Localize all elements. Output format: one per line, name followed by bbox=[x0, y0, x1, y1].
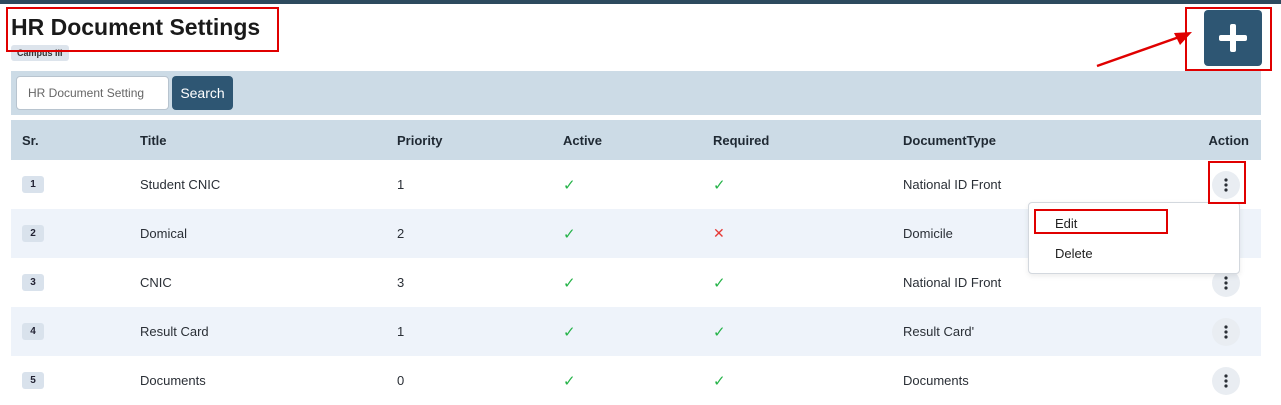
check-icon: ✓ bbox=[713, 176, 726, 194]
check-icon: ✓ bbox=[563, 225, 576, 243]
kebab-menu-button[interactable] bbox=[1212, 317, 1240, 346]
action-cell bbox=[1212, 307, 1249, 356]
action-button-highlight-box bbox=[1208, 161, 1246, 204]
required-cell: ✓ bbox=[713, 258, 726, 307]
column-header-sr: Sr. bbox=[22, 132, 39, 148]
check-icon: ✓ bbox=[563, 323, 576, 341]
required-cell: ✕ bbox=[713, 209, 725, 258]
kebab-menu-button[interactable] bbox=[1212, 366, 1240, 395]
search-input[interactable] bbox=[16, 76, 169, 110]
sr-cell: 3 bbox=[22, 258, 44, 307]
table-row: 5 Documents 0 ✓ ✓ Documents bbox=[11, 356, 1261, 405]
required-cell: ✓ bbox=[713, 160, 726, 209]
sr-badge: 2 bbox=[22, 225, 44, 242]
sr-badge: 1 bbox=[22, 176, 44, 193]
delete-menu-item[interactable]: Delete bbox=[1055, 246, 1093, 261]
title-cell: Domical bbox=[140, 226, 187, 241]
column-header-document-type: DocumentType bbox=[903, 132, 996, 148]
active-cell: ✓ bbox=[563, 209, 576, 258]
active-cell: ✓ bbox=[563, 307, 576, 356]
sr-badge: 5 bbox=[22, 372, 44, 389]
kebab-menu-icon bbox=[1224, 324, 1228, 339]
check-icon: ✓ bbox=[563, 274, 576, 292]
check-icon: ✓ bbox=[563, 372, 576, 390]
sr-cell: 2 bbox=[22, 209, 44, 258]
edit-highlight-box bbox=[1034, 209, 1168, 234]
column-header-active: Active bbox=[563, 132, 603, 148]
required-cell: ✓ bbox=[713, 307, 726, 356]
top-accent-bar bbox=[0, 0, 1281, 4]
active-cell: ✓ bbox=[563, 356, 576, 405]
document-type-cell: Domicile bbox=[903, 226, 953, 241]
document-type-cell: National ID Front bbox=[903, 177, 1002, 192]
priority-cell: 1 bbox=[397, 324, 405, 339]
document-type-cell: Documents bbox=[903, 373, 969, 388]
document-type-cell: Result Card' bbox=[903, 324, 975, 339]
priority-cell: 2 bbox=[397, 226, 405, 241]
column-header-required: Required bbox=[713, 132, 770, 148]
title-cell: Documents bbox=[140, 373, 206, 388]
search-bar: Search bbox=[11, 71, 1261, 115]
active-cell: ✓ bbox=[563, 258, 576, 307]
search-button[interactable]: Search bbox=[172, 76, 233, 110]
column-header-title: Title bbox=[140, 132, 167, 148]
document-type-cell: National ID Front bbox=[903, 275, 1002, 290]
sr-cell: 5 bbox=[22, 356, 44, 405]
sr-cell: 1 bbox=[22, 160, 44, 209]
table-header-row: Sr. Title Priority Active Required Docum… bbox=[11, 120, 1261, 160]
check-icon: ✓ bbox=[563, 176, 576, 194]
title-cell: Student CNIC bbox=[140, 177, 221, 192]
active-cell: ✓ bbox=[563, 160, 576, 209]
priority-cell: 0 bbox=[397, 373, 405, 388]
table-body: 1 Student CNIC 1 ✓ ✓ National ID Front 2 Domica… bbox=[11, 160, 1261, 405]
title-cell: Result Card bbox=[140, 324, 209, 339]
required-cell: ✓ bbox=[713, 356, 726, 405]
table-row: 4 Result Card 1 ✓ ✓ Result Card' bbox=[11, 307, 1261, 356]
priority-cell: 1 bbox=[397, 177, 405, 192]
title-highlight-box bbox=[6, 7, 279, 52]
check-icon: ✓ bbox=[713, 323, 726, 341]
sr-badge: 4 bbox=[22, 323, 44, 340]
column-header-priority: Priority bbox=[397, 132, 443, 148]
sr-cell: 4 bbox=[22, 307, 44, 356]
kebab-menu-icon bbox=[1224, 275, 1228, 290]
column-header-action: Action bbox=[1208, 132, 1249, 148]
cross-icon: ✕ bbox=[713, 225, 725, 241]
priority-cell: 3 bbox=[397, 275, 405, 290]
check-icon: ✓ bbox=[713, 274, 726, 292]
check-icon: ✓ bbox=[713, 372, 726, 390]
annotation-arrow-icon bbox=[1096, 32, 1192, 68]
kebab-menu-icon bbox=[1224, 373, 1228, 388]
title-cell: CNIC bbox=[140, 275, 172, 290]
sr-badge: 3 bbox=[22, 274, 44, 291]
action-cell bbox=[1212, 356, 1249, 405]
